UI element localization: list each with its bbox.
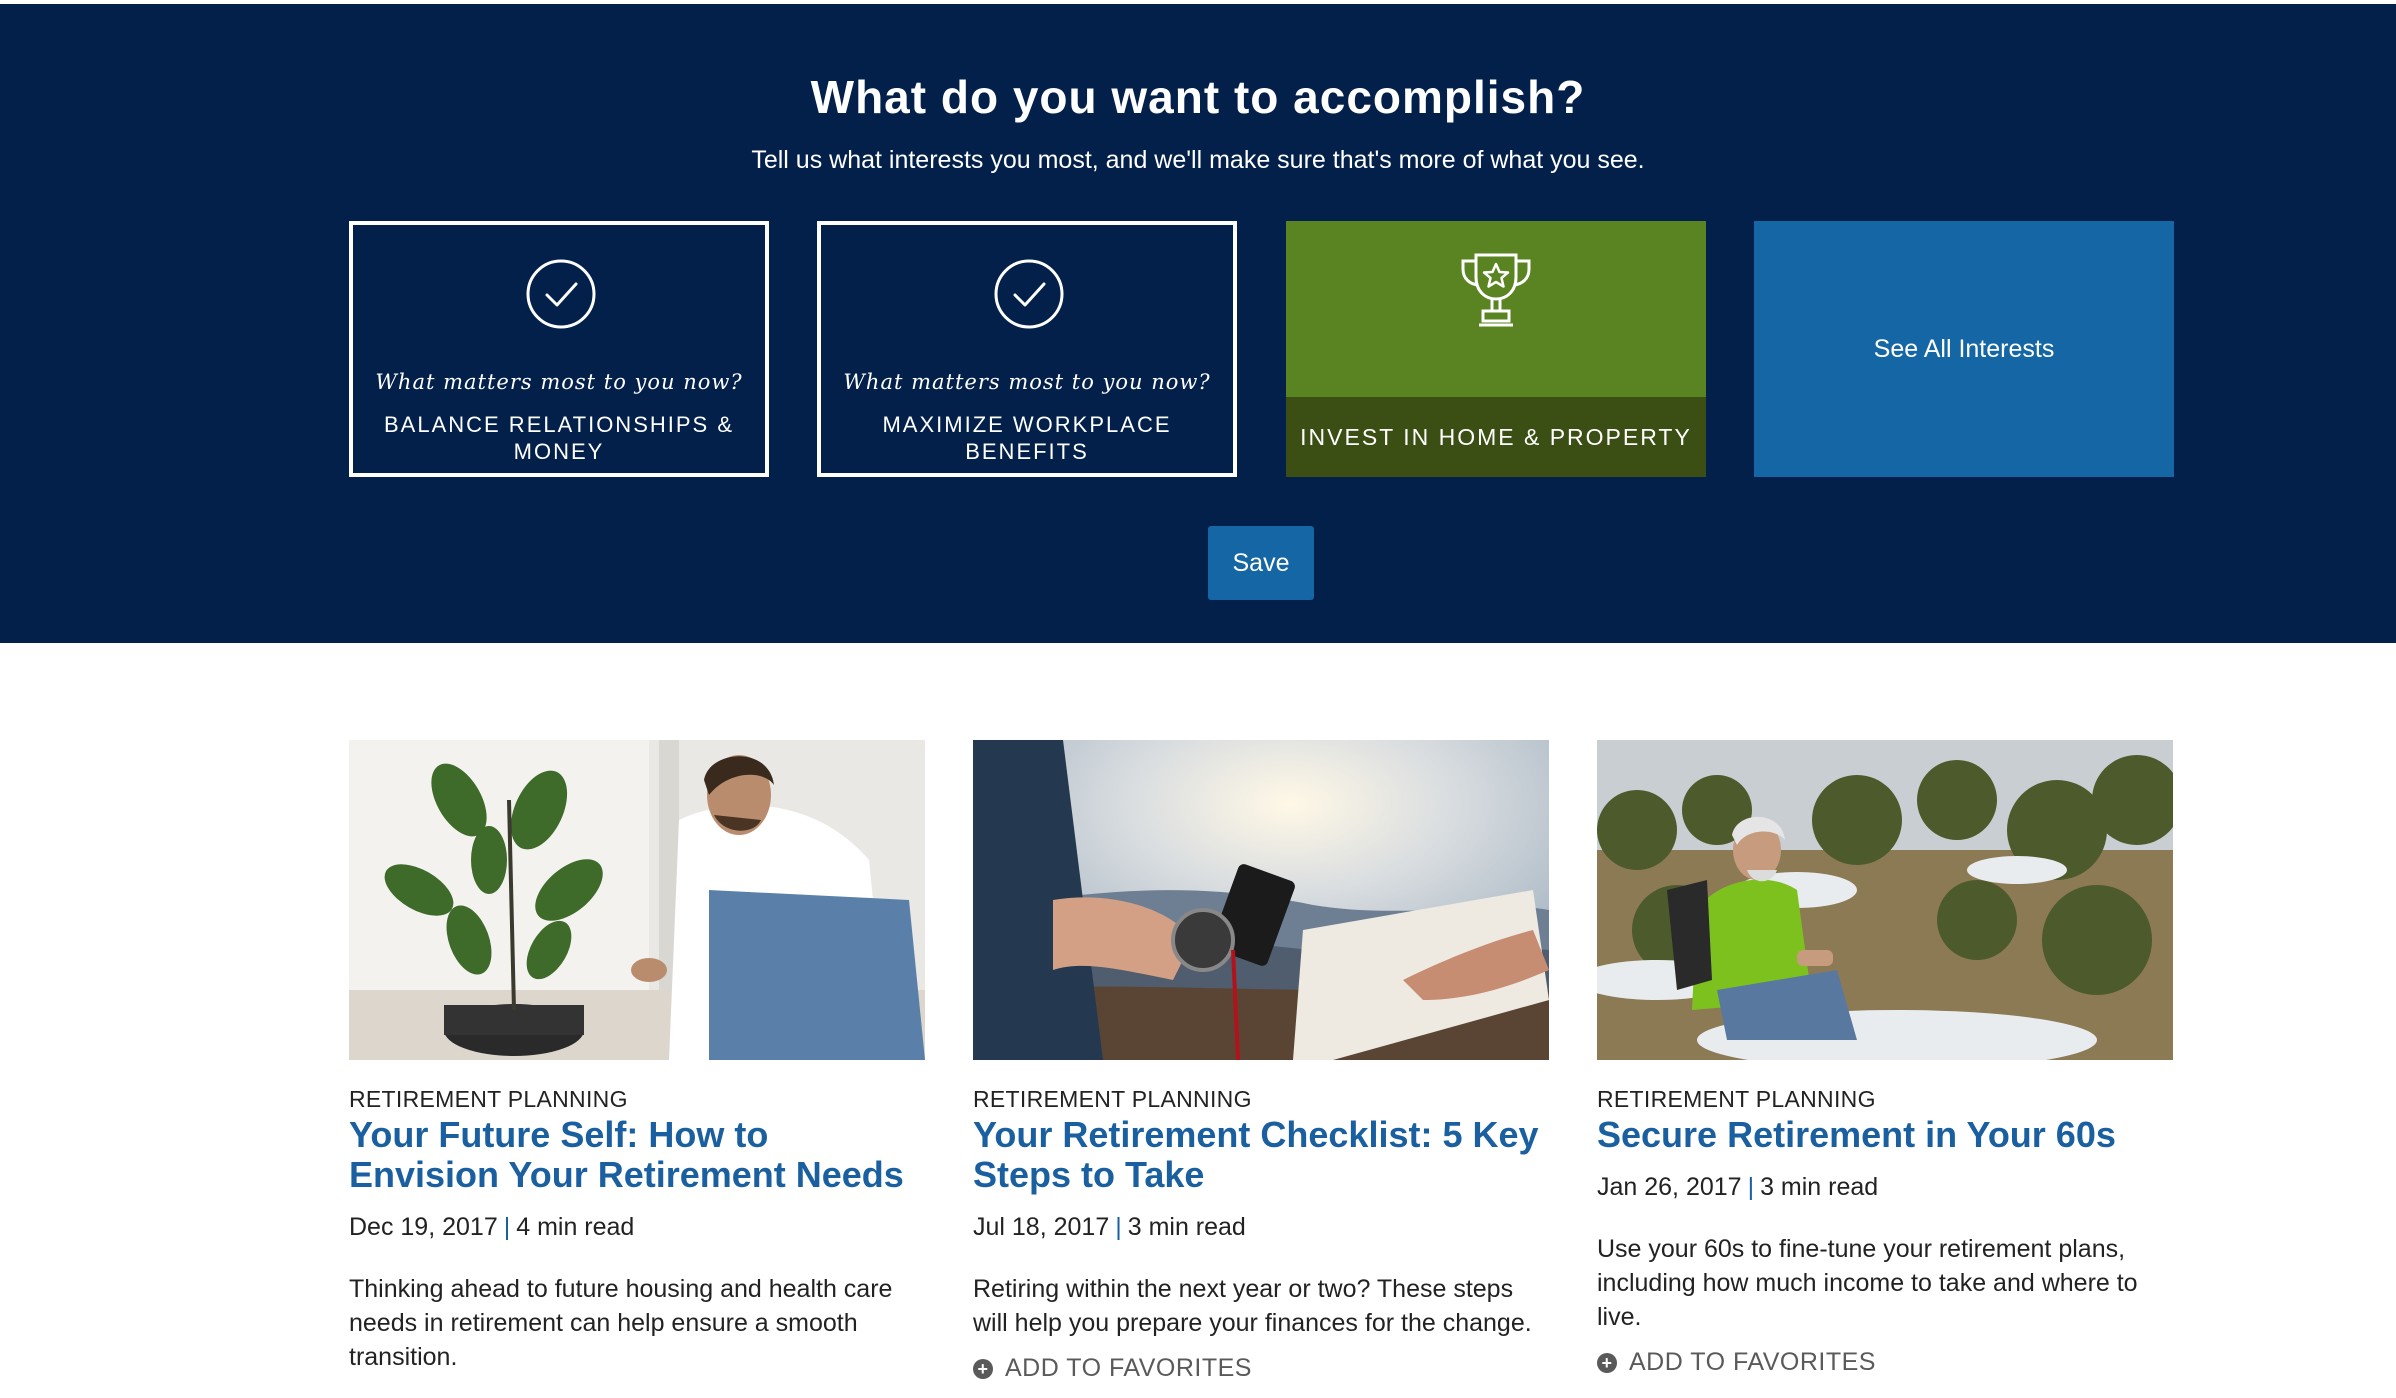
article-description: Use your 60s to fine-tune your retiremen… xyxy=(1597,1235,2138,1331)
article-read-time: 3 min read xyxy=(1127,1213,1246,1241)
article-image[interactable] xyxy=(1597,740,2173,1060)
hiker-in-mountains-photo xyxy=(1597,740,2173,1060)
card-label: BALANCE RELATIONSHIPS & MONEY xyxy=(383,412,734,464)
interest-card-balance-relationships[interactable]: What matters most to you now? BALANCE RE… xyxy=(349,221,769,477)
card-prompt: What matters most to you now? xyxy=(843,370,1211,394)
plus-circle-icon: + xyxy=(973,1358,993,1379)
add-to-favorites-label: ADD TO FAVORITES xyxy=(1005,1354,1252,1382)
save-button[interactable]: Save xyxy=(1208,526,1314,600)
article-title[interactable]: Your Future Self: How to Envision Your R… xyxy=(349,1115,925,1195)
trophy-icon xyxy=(1461,253,1531,327)
add-to-favorites-label: ADD TO FAVORITES xyxy=(1629,1348,1876,1376)
panel-subheading: Tell us what interests you most, and we'… xyxy=(751,146,1645,174)
article-category: RETIREMENT PLANNING xyxy=(973,1086,1252,1112)
article-title[interactable]: Your Retirement Checklist: 5 Key Steps t… xyxy=(973,1115,1549,1195)
check-circle-icon xyxy=(526,259,596,329)
card-label: INVEST IN HOME & PROPERTY xyxy=(1286,397,1706,477)
article-meta: Jan 26, 2017 | 3 min read xyxy=(1597,1173,2173,1202)
article-meta: Dec 19, 2017 | 4 min read xyxy=(349,1213,925,1242)
article-title[interactable]: Secure Retirement in Your 60s xyxy=(1597,1115,2173,1155)
card-label: MAXIMIZE WORKPLACE BENEFITS xyxy=(882,412,1172,464)
add-to-favorites-button[interactable]: + ADD TO FAVORITES xyxy=(1597,1348,2173,1377)
article-date: Jul 18, 2017 xyxy=(973,1213,1110,1241)
meta-separator: | xyxy=(1115,1213,1122,1241)
article-date: Jan 26, 2017 xyxy=(1597,1173,1742,1201)
panel-heading: What do you want to accomplish? xyxy=(810,71,1586,123)
see-all-interests-button[interactable]: See All Interests xyxy=(1754,221,2174,477)
article-category: RETIREMENT PLANNING xyxy=(349,1086,628,1112)
article-card: RETIREMENT PLANNING Your Future Self: Ho… xyxy=(349,740,925,1374)
interest-card-home-property[interactable]: INVEST IN HOME & PROPERTY xyxy=(1286,221,1706,477)
interest-card-workplace-benefits[interactable]: What matters most to you now? MAXIMIZE W… xyxy=(817,221,1237,477)
article-image[interactable] xyxy=(349,740,925,1060)
compass-and-map-photo xyxy=(973,740,1549,1060)
plus-circle-icon: + xyxy=(1597,1352,1617,1373)
article-image[interactable] xyxy=(973,740,1549,1060)
article-description: Thinking ahead to future housing and hea… xyxy=(349,1275,893,1371)
article-category: RETIREMENT PLANNING xyxy=(1597,1086,1876,1112)
article-read-time: 4 min read xyxy=(516,1213,635,1241)
article-date: Dec 19, 2017 xyxy=(349,1213,498,1241)
article-card: RETIREMENT PLANNING Your Retirement Chec… xyxy=(973,740,1549,1383)
meta-separator: | xyxy=(1747,1173,1755,1201)
man-with-plant-photo xyxy=(349,740,925,1060)
article-read-time: 3 min read xyxy=(1760,1173,1879,1201)
card-prompt: What matters most to you now? xyxy=(375,370,743,394)
interests-panel: What do you want to accomplish? Tell us … xyxy=(0,4,2396,643)
article-card: RETIREMENT PLANNING Secure Retirement in… xyxy=(1597,740,2173,1377)
article-meta: Jul 18, 2017 | 3 min read xyxy=(973,1213,1549,1242)
add-to-favorites-button[interactable]: + ADD TO FAVORITES xyxy=(973,1354,1549,1383)
see-all-interests-label: See All Interests xyxy=(1873,334,2055,363)
article-description: Retiring within the next year or two? Th… xyxy=(973,1275,1532,1337)
check-circle-icon xyxy=(994,259,1064,329)
meta-separator: | xyxy=(503,1213,511,1241)
